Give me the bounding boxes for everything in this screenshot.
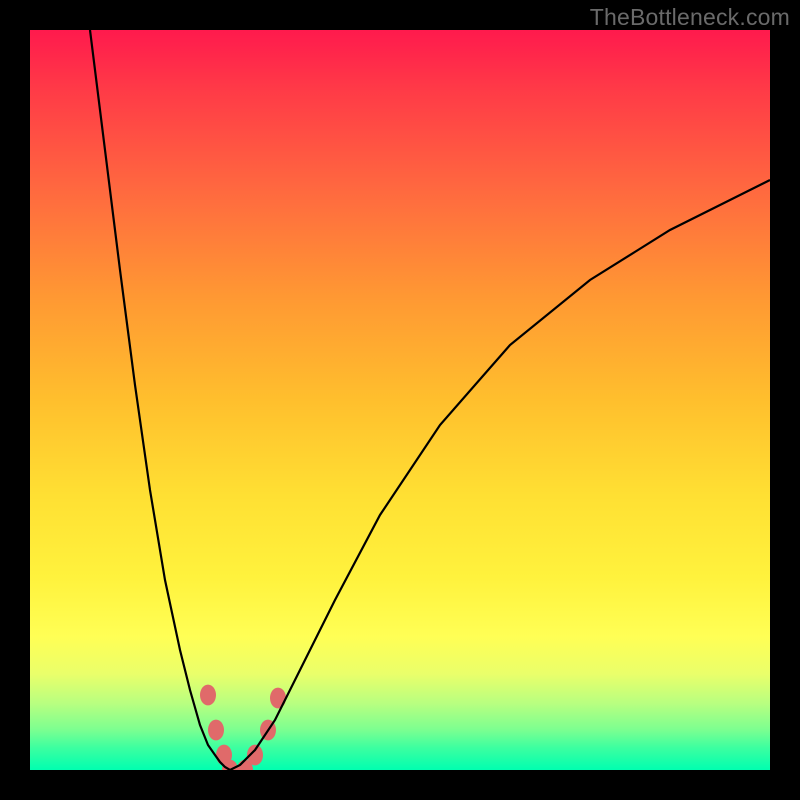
curve-marker — [200, 685, 216, 706]
marker-group — [200, 685, 286, 770]
curve-marker — [270, 688, 286, 709]
curve-marker — [208, 720, 224, 741]
curve-left-branch — [90, 30, 230, 770]
watermark-text: TheBottleneck.com — [590, 4, 790, 31]
curve-right-branch — [230, 180, 770, 770]
curve-svg — [30, 30, 770, 770]
plot-area — [30, 30, 770, 770]
chart-frame: TheBottleneck.com — [0, 0, 800, 800]
